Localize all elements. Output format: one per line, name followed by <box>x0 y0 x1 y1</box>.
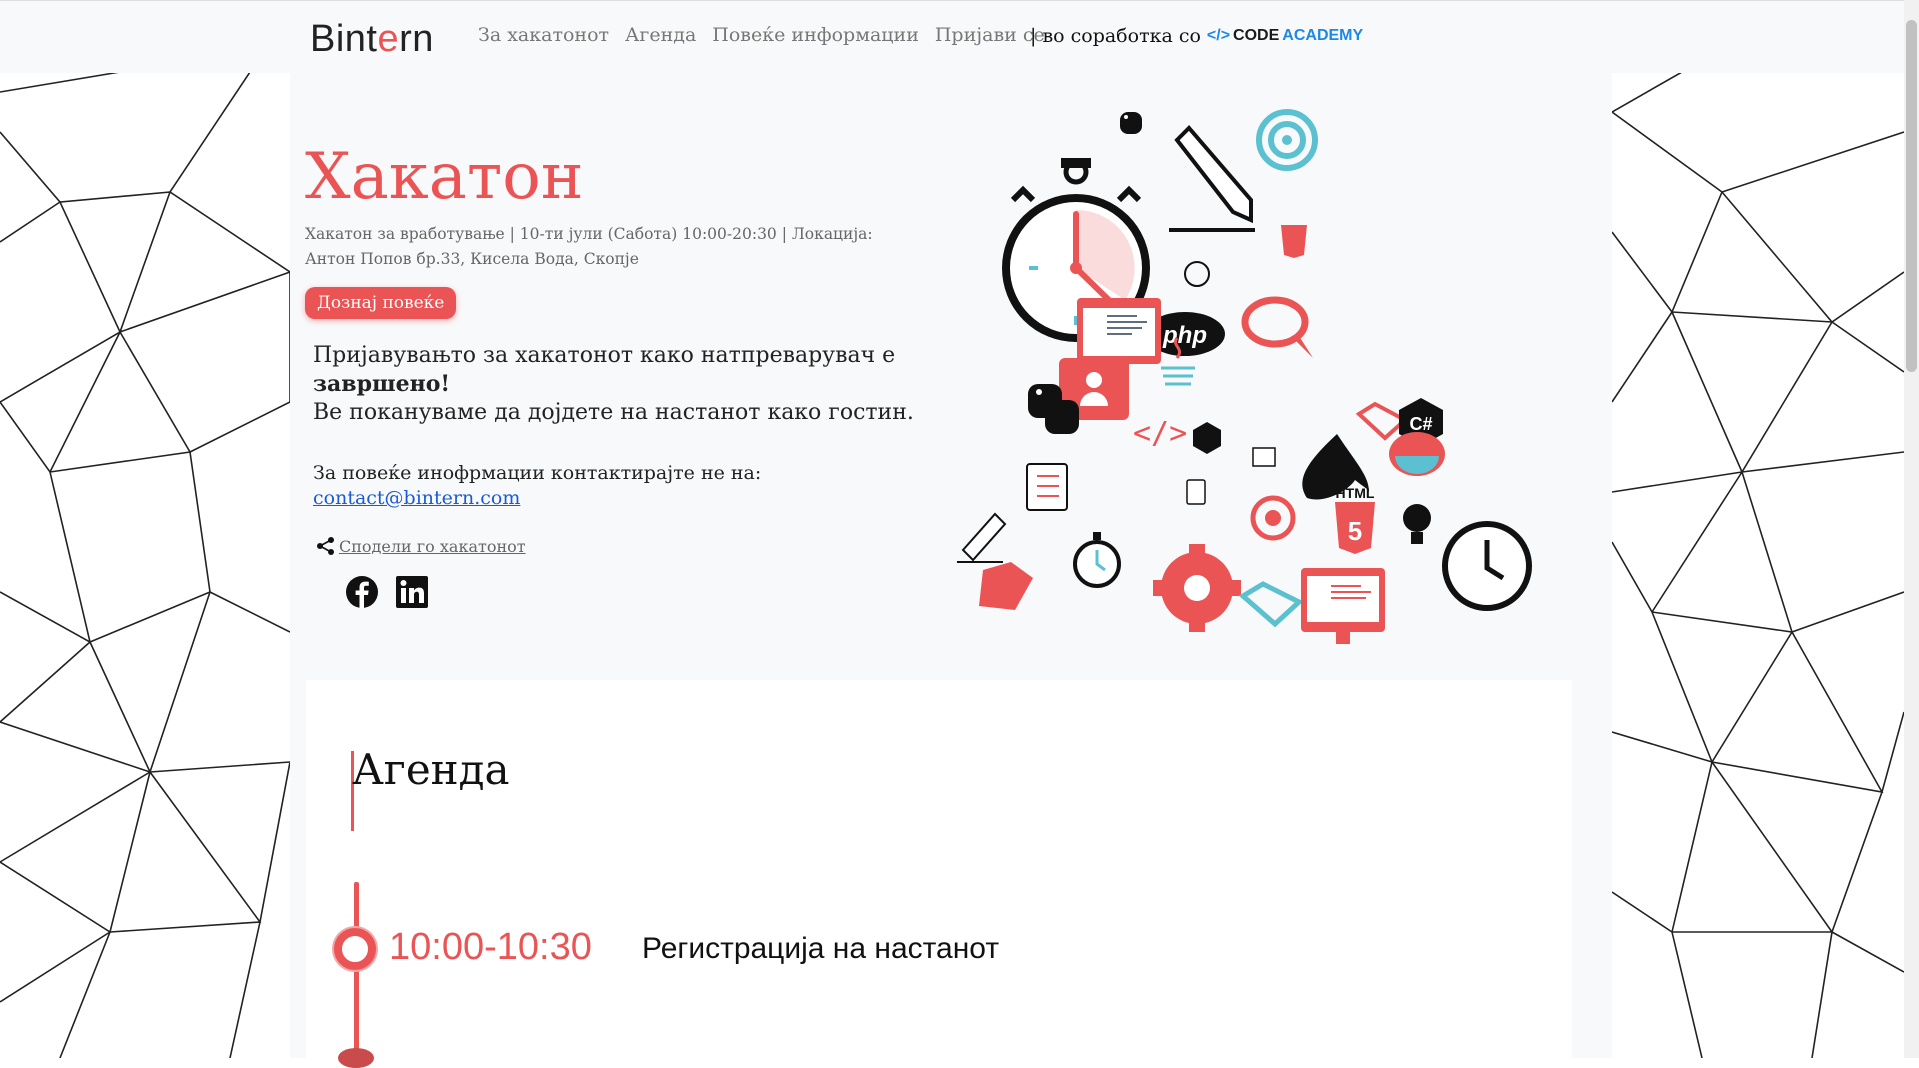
contact-label: За повеќе инофрмации контактирајте не на… <box>313 462 762 484</box>
agenda-title: Агенда <box>352 745 510 794</box>
svg-text:C#: C# <box>1409 414 1432 434</box>
timeline-dot-next <box>338 1048 374 1068</box>
html5-icon: HTML 5 <box>1335 485 1375 554</box>
code-academy-logo[interactable]: </> CODE ACADEMY <box>1207 27 1363 45</box>
social-links <box>345 575 429 609</box>
target-icon <box>1256 109 1318 171</box>
timeline-dot <box>334 928 376 970</box>
code-brackets-icon: </> <box>1133 416 1187 451</box>
small-clipboard-icon <box>1186 479 1206 505</box>
collaboration-note: | во соработка со </> CODE ACADEMY <box>1030 25 1363 47</box>
agenda-item-text: Регистрација на настанот <box>642 932 1000 965</box>
nav-link-register[interactable]: Пријави се <box>935 24 1045 46</box>
chat-bubble-icon <box>1241 296 1313 358</box>
event-details: Хакатон за вработување | 10-ти јули (Саб… <box>305 225 873 268</box>
collab-label: | во соработка со <box>1030 25 1201 47</box>
gear-icon <box>1153 544 1241 632</box>
registration-notice: Пријавувањто за хакатонот како натпревар… <box>313 343 914 425</box>
html5-icon-small <box>1281 225 1307 258</box>
bintern-logo[interactable]: Bintern <box>310 18 434 61</box>
lightbulb-icon <box>1403 504 1431 544</box>
facebook-icon[interactable] <box>345 575 379 609</box>
clipboard-icon <box>1026 463 1068 511</box>
contact-email-link[interactable]: contact@bintern.com <box>313 487 520 509</box>
code-bracket-icon: </> <box>1206 27 1231 44</box>
small-monitor-icon <box>1252 447 1276 467</box>
share-icon <box>317 537 334 555</box>
svg-text:HTML: HTML <box>1336 485 1375 501</box>
agenda-item-time: 10:00-10:30 <box>389 926 592 968</box>
csharp-icon-small <box>1193 422 1221 454</box>
clock-icon <box>1442 521 1532 611</box>
background-pattern-right <box>1612 72 1904 1058</box>
nav-link-more-info[interactable]: Повеќе информации <box>712 24 919 46</box>
nav-link-about[interactable]: За хакатонот <box>478 24 609 46</box>
svg-text:php: php <box>1162 322 1207 349</box>
hackathon-illustration: php </> C# HTML 5 <box>957 109 1532 644</box>
page-title: Хакатон <box>305 140 584 214</box>
share-link[interactable]: Сподели го хакатонот <box>316 536 526 556</box>
mouse-icon <box>1389 432 1445 476</box>
small-clock-icon <box>1184 261 1210 287</box>
target-icon-small <box>1250 495 1296 541</box>
svg-text:5: 5 <box>1348 516 1362 546</box>
monitor-icon-bottom <box>1301 568 1385 644</box>
background-pattern-left <box>0 72 290 1058</box>
agenda-section <box>306 680 1572 1058</box>
handshake-icon-teal <box>1238 581 1304 628</box>
learn-more-button[interactable]: Дознај повеќе <box>305 287 457 319</box>
handshake-icon <box>1355 401 1409 441</box>
scrollbar-thumb[interactable] <box>1906 20 1917 372</box>
python-icon <box>1120 112 1142 134</box>
pencil-icon <box>1169 125 1255 232</box>
small-pencil-icon <box>957 512 1007 563</box>
linkedin-icon[interactable] <box>395 575 429 609</box>
small-stopwatch-icon <box>1073 532 1121 588</box>
nav-link-agenda[interactable]: Агенда <box>625 24 696 46</box>
main-nav: За хакатонот Агенда Повеќе информации Пр… <box>478 24 1045 46</box>
timeline-line <box>354 882 359 1058</box>
ruby-icon <box>979 562 1033 610</box>
